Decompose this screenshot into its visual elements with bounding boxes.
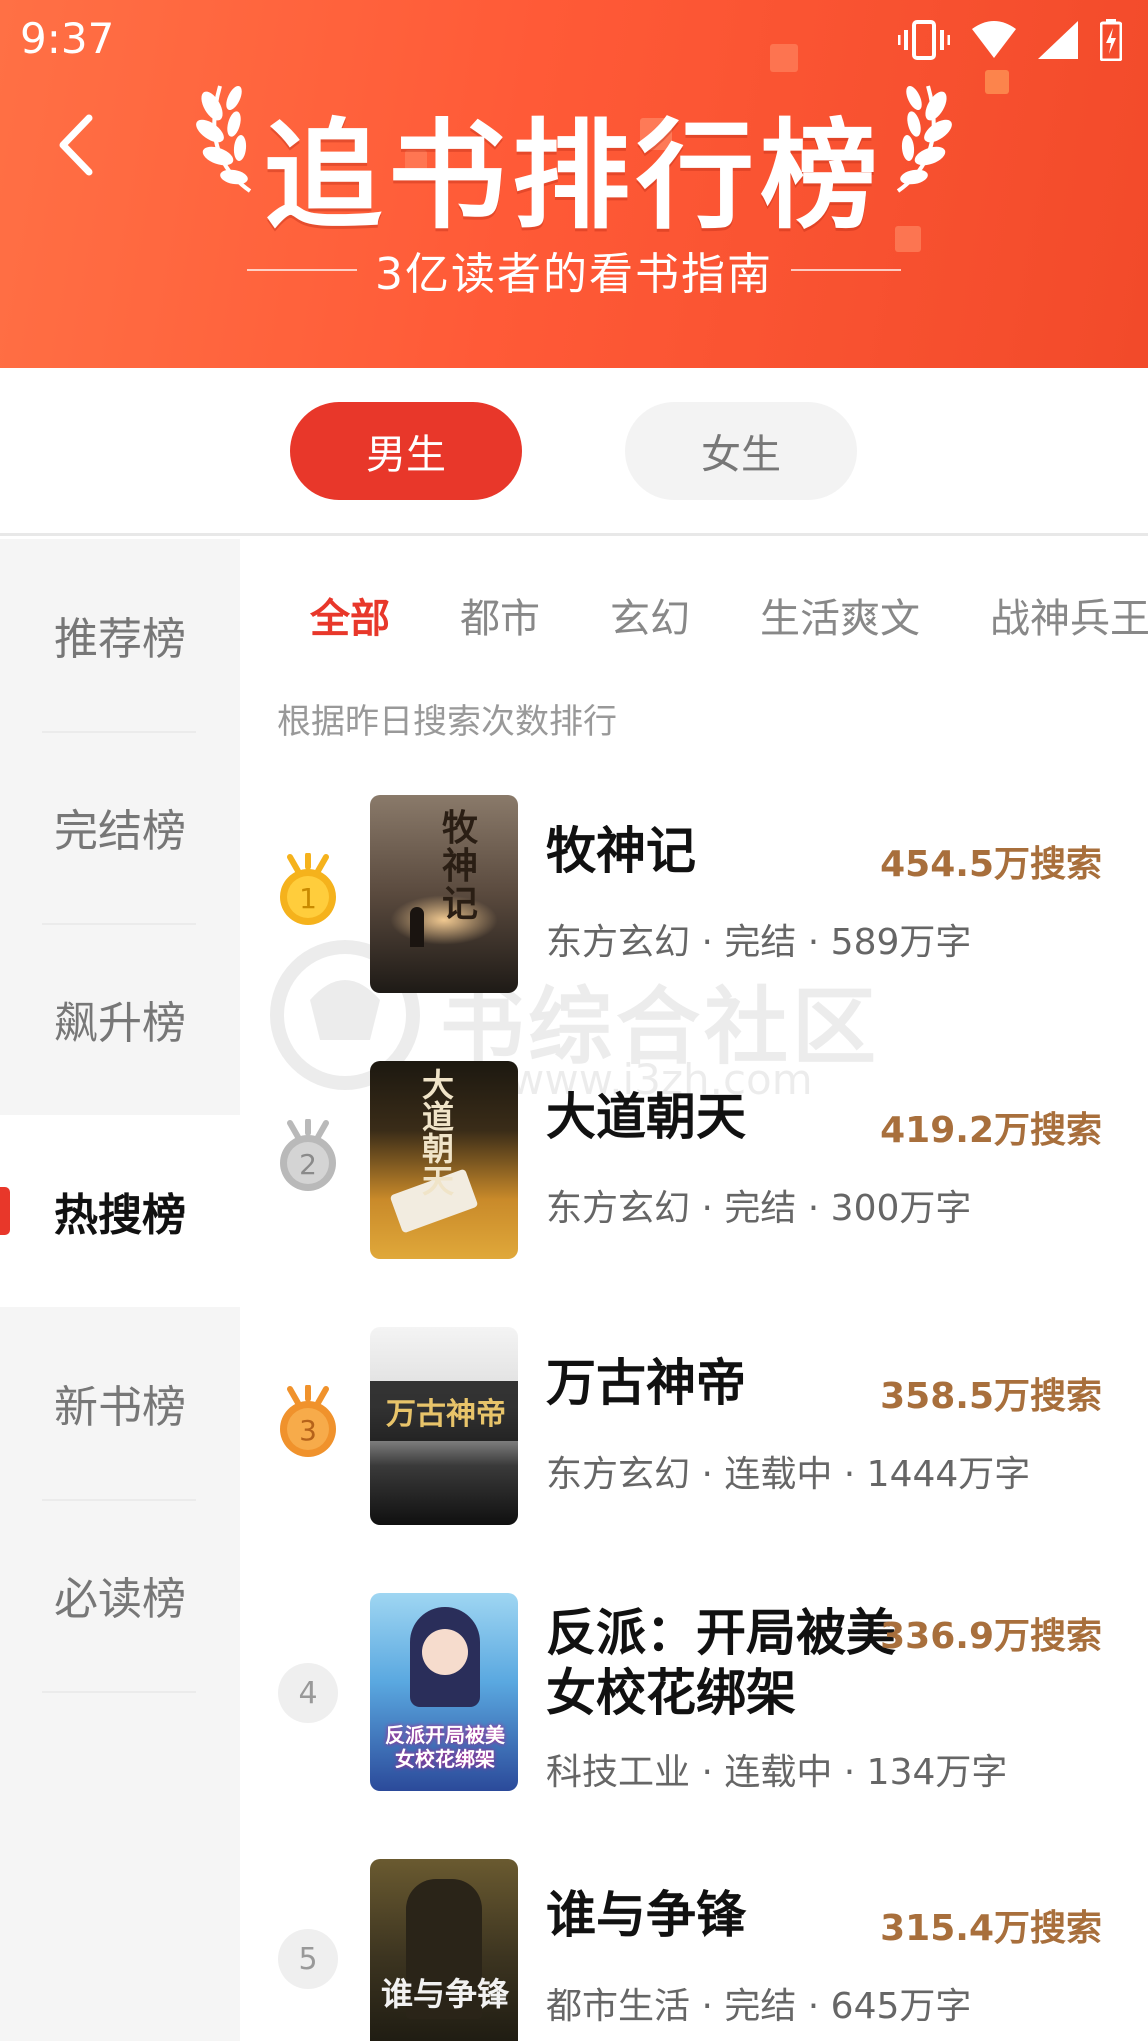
tab-female[interactable]: 女生 — [625, 402, 857, 500]
book-meta: 都市生活 · 完结 · 645万字 — [546, 1986, 972, 2027]
tab-all[interactable]: 全部 — [310, 586, 390, 644]
book-meta: 东方玄幻 · 完结 · 589万字 — [546, 922, 972, 963]
divider — [42, 1691, 196, 1693]
book-cover[interactable]: 反派开局被美女校花绑架 — [370, 1593, 518, 1791]
book-meta: 科技工业 · 连载中 · 134万字 — [546, 1752, 1008, 1793]
rank-number: 2 — [299, 1148, 317, 1181]
book-cover[interactable]: 大道朝天 — [370, 1061, 518, 1259]
sidebar-item-rising[interactable]: 飙升榜 — [0, 923, 240, 1115]
book-title: 牧神记 — [546, 822, 696, 880]
sidebar-item-must-read[interactable]: 必读榜 — [0, 1499, 240, 1691]
tab-male[interactable]: 男生 — [290, 402, 522, 500]
book-meta: 东方玄幻 · 连载中 · 1444万字 — [546, 1454, 1031, 1495]
silver-medal-icon: 2 — [280, 1119, 336, 1191]
book-row[interactable]: 4 反派开局被美女校花绑架 反派：开局被美女校花绑架 336.9万搜索 科技工业… — [240, 1593, 1148, 1793]
rank-number: 4 — [278, 1663, 338, 1723]
book-row[interactable]: 3 万古神帝 万古神帝 358.5万搜索 东方玄幻 · 连载中 · 1444万字 — [240, 1327, 1148, 1527]
search-count: 336.9万搜索 — [880, 1616, 1102, 1657]
sidebar-item-recommend[interactable]: 推荐榜 — [0, 539, 240, 731]
rank-number: 3 — [299, 1414, 317, 1447]
book-cover[interactable]: 谁与争锋 — [370, 1859, 518, 2041]
book-title: 谁与争锋 — [546, 1886, 746, 1944]
signal-icon — [1038, 21, 1078, 59]
status-bar: 9:37 — [0, 0, 1148, 78]
book-cover[interactable]: 牧神记 — [370, 795, 518, 993]
bronze-medal-icon: 3 — [280, 1385, 336, 1457]
category-tabs: 全部 都市 玄幻 生活爽文 战神兵王 — [240, 570, 1148, 650]
cover-face — [422, 1629, 468, 1675]
book-title: 万古神帝 — [546, 1354, 746, 1412]
book-title: 大道朝天 — [546, 1088, 746, 1146]
page-title: 追书排行榜 — [263, 107, 884, 245]
book-meta: 东方玄幻 · 完结 · 300万字 — [546, 1188, 972, 1229]
cover-title: 大道朝天 — [422, 1066, 455, 1200]
book-row[interactable]: 5 谁与争锋 谁与争锋 315.4万搜索 都市生活 · 完结 · 645万字 — [240, 1859, 1148, 2041]
page-subtitle: 3亿读者的看书指南 — [0, 238, 1148, 302]
gold-medal-icon: 1 — [280, 853, 336, 925]
tab-fantasy[interactable]: 玄幻 — [610, 586, 690, 644]
cover-title: 万古神帝 — [386, 1397, 506, 1432]
active-indicator — [0, 1187, 10, 1235]
cover-title: 牧神记 — [442, 807, 479, 925]
search-count: 419.2万搜索 — [880, 1110, 1102, 1151]
cover-title: 反派开局被美女校花绑架 — [385, 1723, 505, 1771]
sidebar-item-label: 热搜榜 — [54, 1190, 186, 1241]
status-time: 9:37 — [20, 14, 115, 63]
search-count: 454.5万搜索 — [880, 844, 1102, 885]
rank-number: 1 — [299, 882, 317, 915]
vibrate-icon — [898, 20, 950, 60]
cover-title: 谁与争锋 — [380, 1975, 509, 2013]
book-row[interactable]: 2 大道朝天 大道朝天 419.2万搜索 东方玄幻 · 完结 · 300万字 — [240, 1061, 1148, 1261]
sidebar-item-new-books[interactable]: 新书榜 — [0, 1307, 240, 1499]
cover-figure — [410, 907, 424, 947]
tab-war-god[interactable]: 战神兵王 — [990, 586, 1148, 644]
book-row[interactable]: 1 牧神记 牧神记 454.5万搜索 东方玄幻 · 完结 · 589万字 — [240, 795, 1148, 995]
divider — [791, 269, 901, 271]
book-cover[interactable]: 万古神帝 — [370, 1327, 518, 1525]
sidebar-item-hot-search[interactable]: 热搜榜 — [0, 1115, 240, 1307]
search-count: 315.4万搜索 — [880, 1908, 1102, 1949]
subtitle-text: 3亿读者的看书指南 — [375, 249, 773, 300]
divider — [247, 269, 357, 271]
ranking-hint: 根据昨日搜索次数排行 — [277, 702, 617, 742]
header-banner: 9:37 追书排行榜 3亿读者的看书指南 — [0, 0, 1148, 368]
rank-number: 5 — [278, 1929, 338, 1989]
wifi-icon — [972, 21, 1016, 58]
battery-charging-icon — [1100, 19, 1122, 61]
tab-life[interactable]: 生活爽文 — [760, 586, 920, 644]
sidebar: 推荐榜 完结榜 飙升榜 热搜榜 新书榜 必读榜 — [0, 539, 240, 2041]
tab-urban[interactable]: 都市 — [460, 586, 540, 644]
book-title: 反派：开局被美女校花绑架 — [546, 1604, 896, 1722]
status-icons — [898, 18, 1122, 62]
sidebar-item-completed[interactable]: 完结榜 — [0, 731, 240, 923]
gender-tabs: 男生 女生 — [0, 368, 1148, 536]
search-count: 358.5万搜索 — [880, 1376, 1102, 1417]
